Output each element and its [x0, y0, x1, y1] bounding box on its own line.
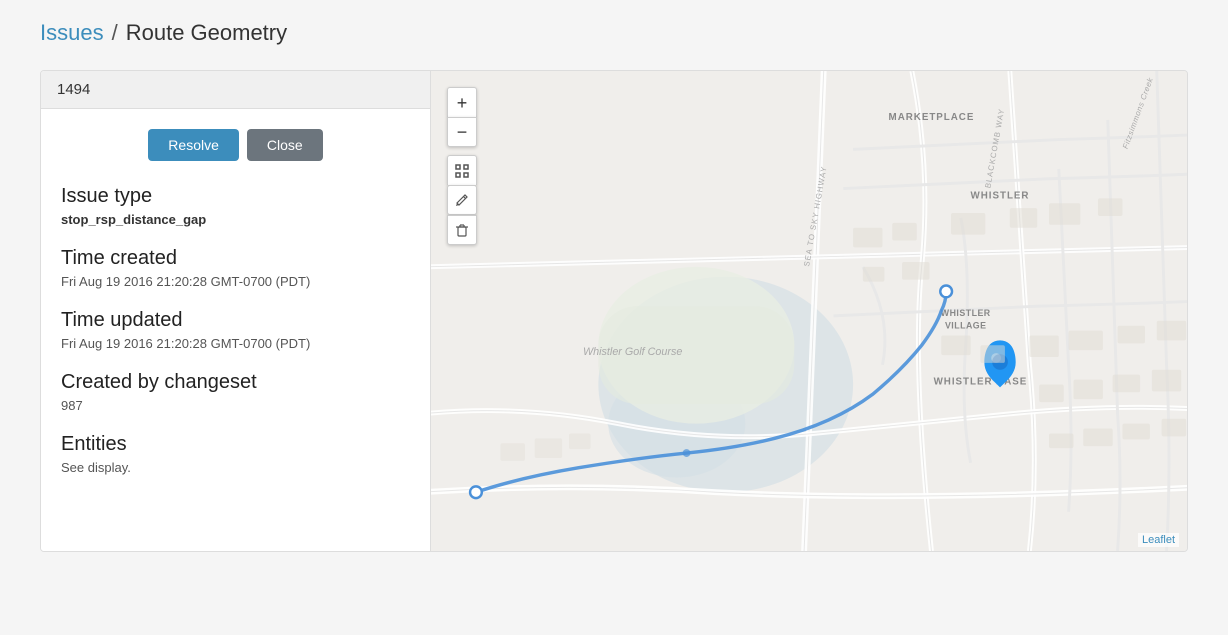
time-created-section: Time created Fri Aug 19 2016 21:20:28 GM… — [61, 247, 410, 289]
page-wrapper: Issues / Route Geometry 1494 Resolve Clo… — [0, 0, 1228, 635]
time-updated-value: Fri Aug 19 2016 21:20:28 GMT-0700 (PDT) — [61, 336, 410, 351]
time-created-value: Fri Aug 19 2016 21:20:28 GMT-0700 (PDT) — [61, 274, 410, 289]
issue-type-section: Issue type stop_rsp_distance_gap — [61, 185, 410, 227]
leaflet-credit: Leaflet — [1138, 533, 1179, 547]
svg-text:VILLAGE: VILLAGE — [945, 321, 987, 331]
map-controls: + − — [447, 87, 477, 245]
panel-id: 1494 — [57, 81, 90, 98]
panel-header: 1494 — [41, 71, 430, 109]
entities-label: Entities — [61, 433, 410, 456]
map-container[interactable]: SEA TO SKY HIGHWAY BLACKCOMB WAY Fitzsim… — [431, 71, 1187, 551]
zoom-out-button[interactable]: − — [447, 117, 477, 147]
issue-type-label: Issue type — [61, 185, 410, 208]
entities-section: Entities See display. — [61, 433, 410, 475]
issue-type-value: stop_rsp_distance_gap — [61, 212, 410, 227]
svg-text:Whistler Golf Course: Whistler Golf Course — [583, 346, 682, 358]
fullscreen-icon — [455, 164, 469, 178]
delete-icon — [455, 223, 469, 237]
delete-button[interactable] — [447, 215, 477, 245]
entities-value: See display. — [61, 460, 410, 475]
breadcrumb: Issues / Route Geometry — [40, 20, 1188, 46]
zoom-controls: + − — [447, 87, 477, 147]
created-by-value: 987 — [61, 398, 410, 413]
map-panel: SEA TO SKY HIGHWAY BLACKCOMB WAY Fitzsim… — [431, 71, 1187, 551]
extra-controls — [447, 155, 477, 245]
zoom-in-button[interactable]: + — [447, 87, 477, 117]
edit-button[interactable] — [447, 185, 477, 215]
created-by-section: Created by changeset 987 — [61, 371, 410, 413]
edit-icon — [455, 193, 469, 207]
close-button[interactable]: Close — [247, 129, 323, 161]
main-content: 1494 Resolve Close Issue type stop_rsp_d… — [40, 70, 1188, 552]
breadcrumb-current: Route Geometry — [126, 20, 287, 46]
created-by-label: Created by changeset — [61, 371, 410, 394]
map-svg: SEA TO SKY HIGHWAY BLACKCOMB WAY Fitzsim… — [431, 71, 1187, 551]
svg-text:MARKETPLACE: MARKETPLACE — [889, 112, 975, 123]
svg-text:WHISTLER: WHISTLER — [971, 190, 1030, 201]
leaflet-link[interactable]: Leaflet — [1142, 534, 1175, 546]
svg-text:WHISTLER BASE: WHISTLER BASE — [934, 376, 1028, 387]
breadcrumb-issues-link[interactable]: Issues — [40, 20, 104, 46]
breadcrumb-separator: / — [112, 20, 118, 46]
time-updated-section: Time updated Fri Aug 19 2016 21:20:28 GM… — [61, 309, 410, 351]
panel-body: Resolve Close Issue type stop_rsp_distan… — [41, 109, 430, 515]
time-created-label: Time created — [61, 247, 410, 270]
time-updated-label: Time updated — [61, 309, 410, 332]
resolve-button[interactable]: Resolve — [148, 129, 239, 161]
svg-text:WHISTLER: WHISTLER — [941, 308, 991, 318]
left-panel: 1494 Resolve Close Issue type stop_rsp_d… — [41, 71, 431, 551]
button-row: Resolve Close — [61, 129, 410, 161]
fullscreen-button[interactable] — [447, 155, 477, 185]
